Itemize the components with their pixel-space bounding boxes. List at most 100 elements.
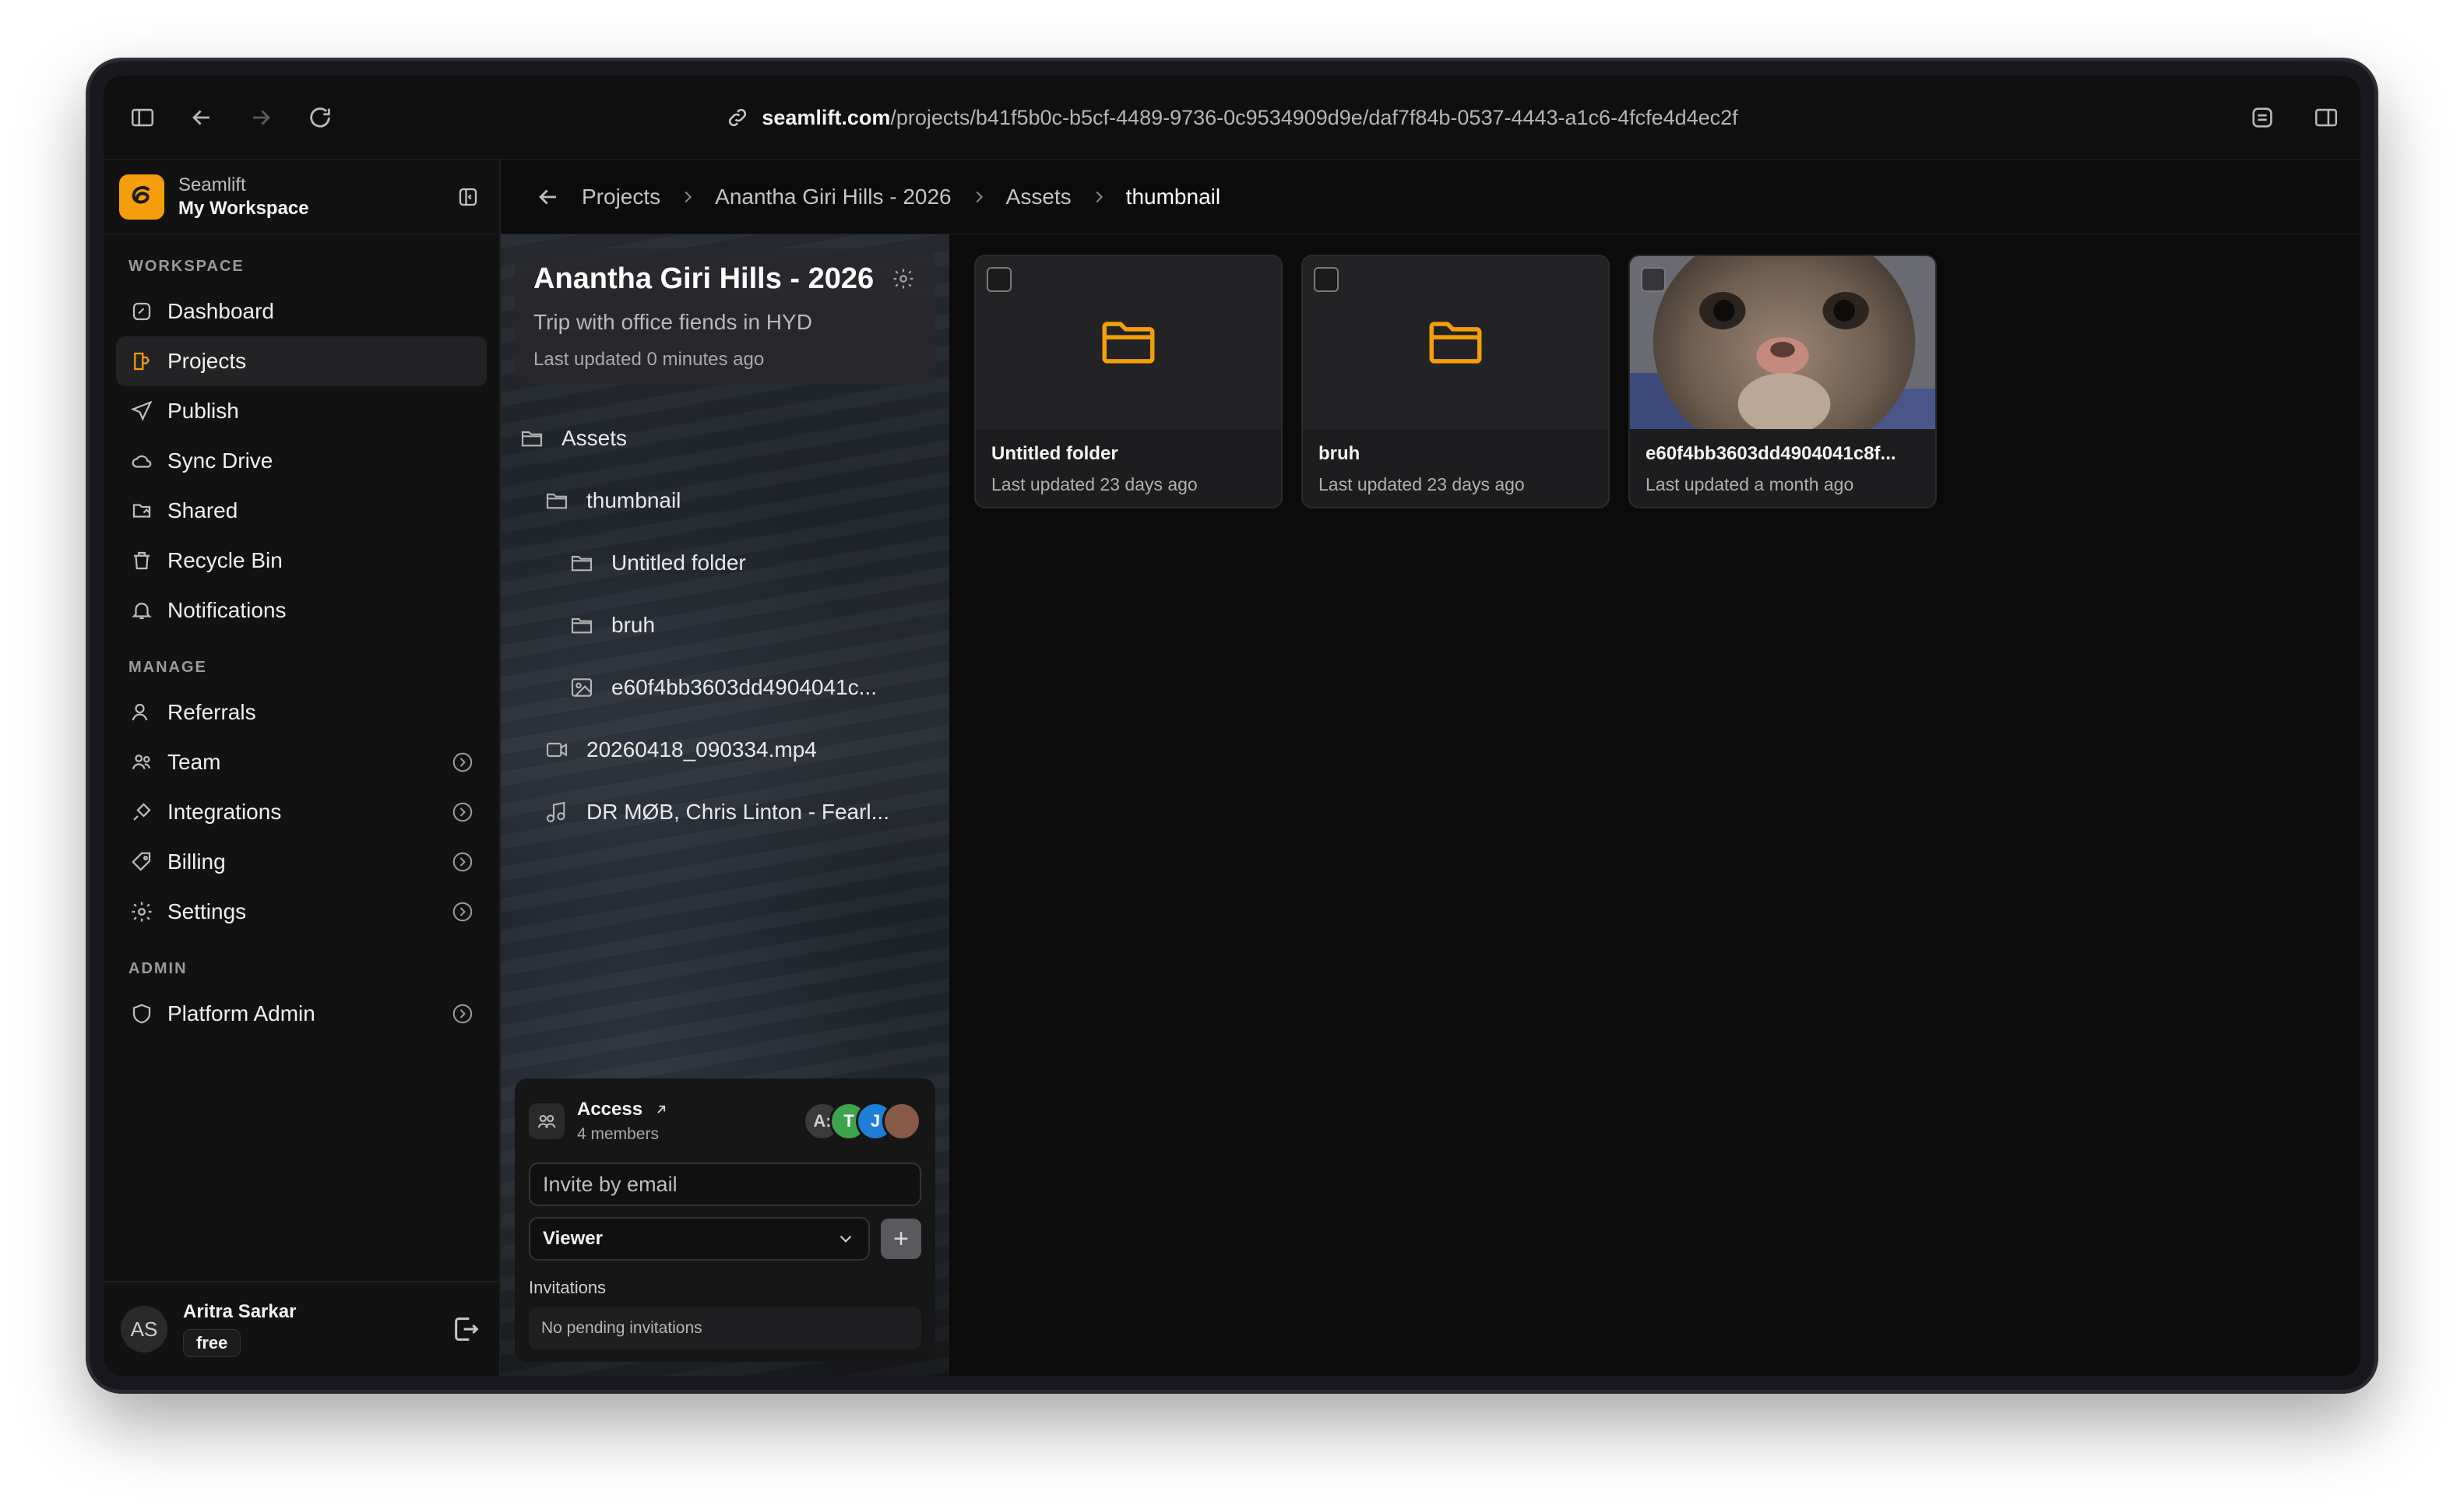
- breadcrumb-assets[interactable]: Assets: [1006, 185, 1072, 209]
- trash-icon: [128, 547, 155, 574]
- link-icon: [729, 108, 747, 127]
- folder-card[interactable]: bruh Last updated 23 days ago: [1301, 255, 1610, 508]
- folder-card[interactable]: Untitled folder Last updated 23 days ago: [974, 255, 1283, 508]
- workspace-header[interactable]: Seamlift My Workspace: [104, 160, 499, 234]
- send-icon: [128, 398, 155, 424]
- sidebar-item-label: Notifications: [167, 598, 287, 622]
- tree-item-label: DR MØB, Chris Linton - Fearl...: [586, 800, 889, 824]
- project-card: Anantha Giri Hills - 2026 Trip with offi…: [515, 248, 935, 384]
- projects-icon: [128, 348, 155, 375]
- bell-icon: [128, 597, 155, 624]
- sidebar-item-label: Recycle Bin: [167, 548, 283, 572]
- tree-item-label: bruh: [611, 613, 656, 637]
- project-panel: Anantha Giri Hills - 2026 Trip with offi…: [501, 234, 949, 1376]
- sidebar-item-dashboard[interactable]: Dashboard: [116, 287, 487, 336]
- breadcrumb: Projects Anantha Giri Hills - 2026 Asset…: [501, 160, 2360, 234]
- project-description: Trip with office fiends in HYD: [533, 310, 812, 334]
- sidebar-item-platform-admin[interactable]: Platform Admin: [116, 989, 487, 1039]
- sidebar-nav: WORKSPACE Dashboard Projects Publish Sync Dr…: [104, 258, 499, 1039]
- video-icon: [544, 737, 569, 762]
- sidebar-item-sync-drive[interactable]: Sync Drive: [116, 436, 487, 486]
- chevron-right-circle-icon[interactable]: [451, 800, 474, 824]
- address-bar[interactable]: seamlift.com/projects/b41f5b0c-b5cf-4489…: [104, 76, 2360, 160]
- chevron-right-circle-icon[interactable]: [451, 900, 474, 923]
- chevron-right-circle-icon[interactable]: [451, 1002, 474, 1025]
- tree-item[interactable]: Assets: [501, 407, 949, 470]
- sidebar-toggle-icon[interactable]: [121, 96, 164, 139]
- sidebar-item-notifications[interactable]: Notifications: [116, 586, 487, 635]
- folder-icon: [544, 488, 569, 513]
- cloud-icon: [128, 448, 155, 474]
- forward-arrow-icon[interactable]: [239, 96, 283, 139]
- tag-icon: [128, 849, 155, 875]
- user-profile[interactable]: AS Aritra Sarkar free: [104, 1281, 499, 1376]
- section-label: WORKSPACE: [128, 258, 245, 275]
- card-thumbnail: [1303, 256, 1608, 429]
- invite-email-input[interactable]: [529, 1163, 921, 1206]
- card-updated: Last updated 23 days ago: [991, 474, 1198, 494]
- reload-icon[interactable]: [298, 96, 342, 139]
- tree-item[interactable]: 20260418_090334.mp4: [501, 719, 949, 781]
- member-avatar: [882, 1102, 921, 1141]
- chevron-right-icon: [1096, 191, 1103, 202]
- workspace-name: My Workspace: [178, 197, 309, 219]
- project-updated: Last updated 0 minutes ago: [533, 349, 765, 370]
- cat-photo-thumbnail: [1630, 256, 1935, 429]
- section-label: ADMIN: [128, 960, 188, 977]
- people-icon: [529, 1103, 565, 1139]
- extension-icon[interactable]: [2240, 96, 2284, 139]
- select-checkbox[interactable]: [1314, 267, 1339, 292]
- sidebar: Seamlift My Workspace WORKSPACE Dashboard…: [104, 160, 501, 1376]
- chevron-right-icon: [685, 191, 692, 202]
- logout-icon[interactable]: [451, 1314, 482, 1345]
- tree-item[interactable]: thumbnail: [501, 470, 949, 532]
- sidebar-item-referrals[interactable]: Referrals: [116, 688, 487, 737]
- sidebar-item-settings[interactable]: Settings: [116, 887, 487, 937]
- gear-icon[interactable]: [892, 267, 915, 290]
- plug-icon: [128, 799, 155, 825]
- tree-item[interactable]: DR MØB, Chris Linton - Fearl...: [501, 781, 949, 843]
- file-tree: Assets thumbnail Untitled folder bruh e60f4b…: [501, 407, 949, 843]
- tree-item[interactable]: bruh: [501, 594, 949, 656]
- sidebar-item-shared[interactable]: Shared: [116, 486, 487, 536]
- users-icon: [128, 749, 155, 776]
- tree-item[interactable]: Untitled folder: [501, 532, 949, 594]
- back-arrow-icon[interactable]: [180, 96, 224, 139]
- sidebar-item-integrations[interactable]: Integrations: [116, 787, 487, 837]
- breadcrumb-project[interactable]: Anantha Giri Hills - 2026: [715, 185, 951, 209]
- select-checkbox[interactable]: [1641, 267, 1666, 292]
- chevron-right-circle-icon[interactable]: [451, 850, 474, 874]
- project-title: Anantha Giri Hills - 2026: [533, 262, 875, 295]
- card-name: e60f4bb3603dd4904041c8f...: [1646, 443, 1896, 464]
- split-view-icon[interactable]: [2304, 96, 2348, 139]
- external-link-icon: [657, 1105, 666, 1113]
- user-plus-icon: [128, 699, 155, 726]
- image-card[interactable]: e60f4bb3603dd4904041c8f... Last updated a…: [1628, 255, 1937, 508]
- dashboard-icon: [128, 298, 155, 325]
- sidebar-item-label: Settings: [167, 899, 247, 923]
- chevron-right-circle-icon[interactable]: [451, 751, 474, 774]
- app-name: Seamlift: [178, 174, 246, 195]
- sidebar-item-billing[interactable]: Billing: [116, 837, 487, 887]
- sidebar-item-recycle-bin[interactable]: Recycle Bin: [116, 536, 487, 586]
- music-icon: [544, 800, 569, 825]
- member-avatars[interactable]: A: T J: [803, 1102, 921, 1141]
- chevron-right-icon: [976, 191, 983, 202]
- back-icon[interactable]: [535, 184, 561, 210]
- sidebar-item-label: Referrals: [167, 700, 256, 724]
- select-checkbox[interactable]: [987, 267, 1012, 292]
- breadcrumb-current: thumbnail: [1125, 184, 1221, 209]
- role-select[interactable]: Viewer: [529, 1217, 870, 1261]
- collapse-sidebar-icon[interactable]: [452, 181, 484, 213]
- browser-toolbar: seamlift.com/projects/b41f5b0c-b5cf-4489…: [104, 76, 2360, 160]
- add-member-button[interactable]: +: [881, 1219, 921, 1259]
- tree-item-label: 20260418_090334.mp4: [586, 737, 817, 762]
- sidebar-item-publish[interactable]: Publish: [116, 386, 487, 436]
- folder-icon: [569, 613, 594, 638]
- tree-item[interactable]: e60f4bb3603dd4904041c...: [501, 656, 949, 719]
- invitations-empty: No pending invitations: [529, 1307, 921, 1349]
- sidebar-item-projects[interactable]: Projects: [116, 336, 487, 386]
- access-title[interactable]: Access: [577, 1099, 669, 1120]
- sidebar-item-team[interactable]: Team: [116, 737, 487, 787]
- breadcrumb-projects[interactable]: Projects: [582, 185, 660, 209]
